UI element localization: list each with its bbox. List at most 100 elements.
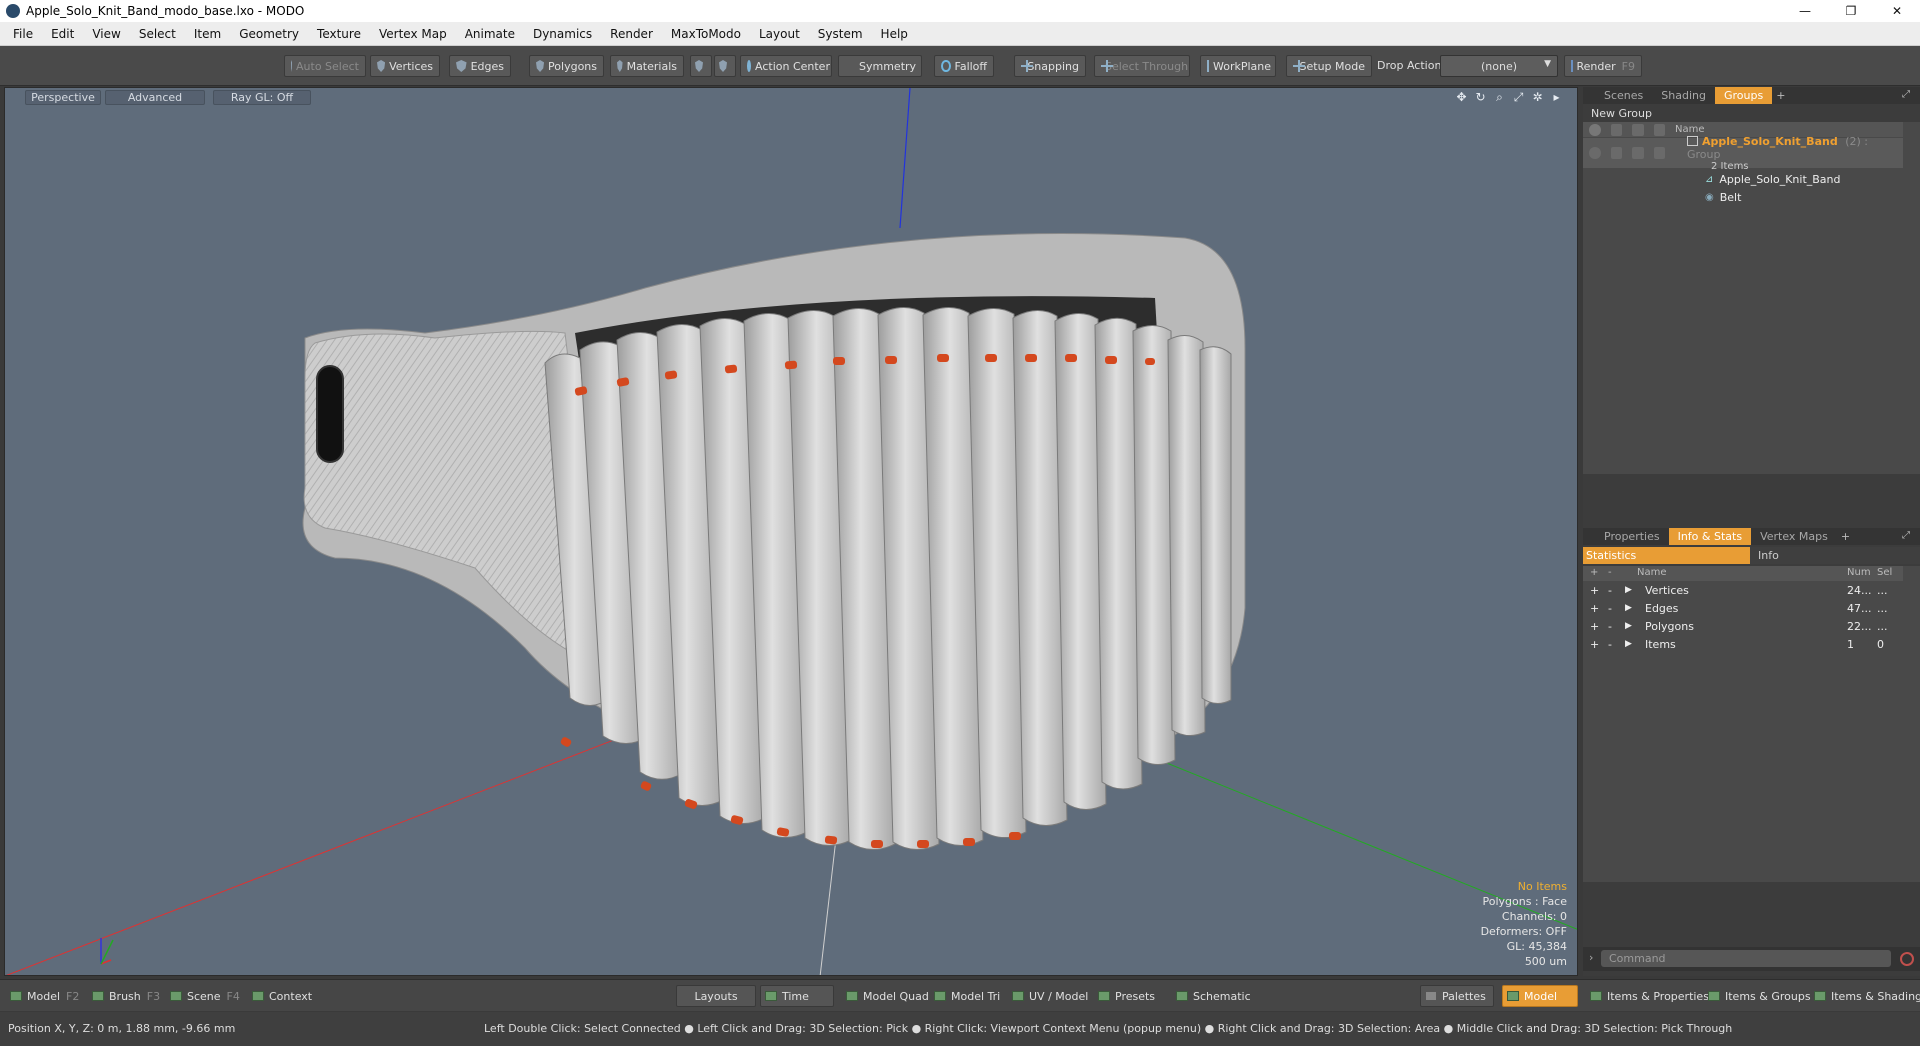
palettes-button[interactable]: Palettes	[1420, 985, 1494, 1007]
tab-groups[interactable]: Groups	[1714, 87, 1773, 104]
eye-icon[interactable]	[1589, 123, 1601, 136]
menu-system[interactable]: System	[809, 22, 872, 46]
layout-model-button[interactable]: Model F2	[6, 985, 83, 1007]
menu-geometry[interactable]: Geometry	[230, 22, 308, 46]
tab-info[interactable]: Info	[1750, 547, 1920, 564]
tab-statistics[interactable]: Statistics	[1583, 547, 1750, 564]
time-button[interactable]: Time	[760, 985, 834, 1007]
layout-scene-button[interactable]: Scene F4	[166, 985, 244, 1007]
render-icon[interactable]	[1653, 123, 1665, 136]
layouts-button[interactable]: Layouts	[676, 985, 756, 1007]
action-center-button[interactable]: Action Center	[740, 55, 832, 77]
presets-button[interactable]: Presets	[1094, 985, 1159, 1007]
shield-icon[interactable]	[1632, 123, 1644, 136]
record-icon[interactable]	[1900, 952, 1914, 966]
expand-panel-icon[interactable]: ⤢	[1902, 89, 1910, 100]
render-icon[interactable]	[1653, 147, 1665, 159]
edges-button[interactable]: Edges	[449, 55, 511, 77]
menu-layout[interactable]: Layout	[750, 22, 809, 46]
menu-texture[interactable]: Texture	[308, 22, 370, 46]
select-mode-b-button[interactable]	[714, 55, 736, 77]
polygons-button[interactable]: Polygons	[529, 55, 604, 77]
close-button[interactable]: ✕	[1874, 0, 1920, 22]
group-child-row[interactable]: ⊿ Apple_Solo_Knit_Band	[1583, 170, 1903, 188]
rotate-icon[interactable]: ↻	[1474, 91, 1487, 104]
model-layout-active-button[interactable]: Model	[1502, 985, 1578, 1007]
menu-edit[interactable]: Edit	[42, 22, 83, 46]
select-mode-a-button[interactable]	[690, 55, 712, 77]
new-group-button[interactable]: New Group	[1587, 106, 1677, 121]
tab-properties[interactable]: Properties	[1595, 528, 1669, 545]
command-input[interactable]: Command	[1601, 950, 1891, 967]
falloff-button[interactable]: Falloff	[934, 55, 994, 77]
expand-all-icon[interactable]: +	[1590, 567, 1598, 578]
menu-select[interactable]: Select	[130, 22, 185, 46]
stats-subtabs: Statistics Info	[1583, 547, 1920, 564]
settings-icon[interactable]: ✲	[1531, 91, 1544, 104]
snapping-button[interactable]: Snapping	[1014, 55, 1086, 77]
menu-view[interactable]: View	[83, 22, 129, 46]
menu-vertex-map[interactable]: Vertex Map	[370, 22, 456, 46]
model-quad-button[interactable]: Model Quad	[842, 985, 933, 1007]
layout-brush-button[interactable]: Brush F3	[88, 985, 164, 1007]
lock-icon[interactable]	[1610, 123, 1622, 136]
expand-arrow-icon[interactable]: ▶	[1625, 639, 1632, 649]
stats-row-edges[interactable]: + - ▶ Edges 47... ...	[1583, 600, 1903, 618]
3d-viewport[interactable]: Perspective Advanced Ray GL: Off ✥ ↻ ⌕ ⤢…	[4, 87, 1578, 976]
items-properties-button[interactable]: Items & Properties	[1586, 985, 1713, 1007]
snapping-icon	[1021, 60, 1035, 72]
model-tri-button[interactable]: Model Tri	[930, 985, 1004, 1007]
expand-arrow-icon[interactable]: ▶	[1625, 585, 1632, 595]
tab-info-stats[interactable]: Info & Stats	[1668, 528, 1752, 545]
schematic-button[interactable]: Schematic	[1172, 985, 1255, 1007]
menu-item[interactable]: Item	[185, 22, 230, 46]
drop-action-select[interactable]: (none) ▼	[1440, 55, 1558, 77]
mouse-hints: Left Double Click: Select Connected ● Le…	[484, 1022, 1733, 1035]
tab-raygl[interactable]: Ray GL: Off	[213, 90, 311, 105]
expand-arrow-icon[interactable]: ▶	[1625, 621, 1632, 631]
menu-render[interactable]: Render	[601, 22, 662, 46]
auto-select-button[interactable]: Auto Select	[284, 55, 366, 77]
tab-vertex-maps[interactable]: Vertex Maps	[1751, 528, 1837, 545]
render-button[interactable]: Render F9	[1564, 55, 1642, 77]
eye-icon[interactable]	[1589, 147, 1601, 159]
add-tab-icon[interactable]: +	[1841, 530, 1850, 543]
layout-context-button[interactable]: Context	[248, 985, 316, 1007]
add-tab-icon[interactable]: +	[1776, 89, 1785, 102]
uv-model-button[interactable]: UV / Model	[1008, 985, 1092, 1007]
menu-maxtomodo[interactable]: MaxToModo	[662, 22, 750, 46]
tab-scenes[interactable]: Scenes	[1595, 87, 1652, 104]
maximize-icon[interactable]: ⤢	[1512, 91, 1525, 104]
minimize-button[interactable]: —	[1782, 0, 1828, 22]
stats-row-items[interactable]: + - ▶ Items 1 0	[1583, 636, 1903, 654]
tab-advanced[interactable]: Advanced	[105, 90, 205, 105]
zoom-icon[interactable]: ⌕	[1493, 91, 1506, 104]
items-shading-button[interactable]: Items & Shading	[1810, 985, 1920, 1007]
menu-dynamics[interactable]: Dynamics	[524, 22, 601, 46]
menu-help[interactable]: Help	[872, 22, 917, 46]
vertices-button[interactable]: Vertices	[370, 55, 440, 77]
shield-icon[interactable]	[1632, 147, 1644, 159]
move-icon[interactable]: ✥	[1455, 91, 1468, 104]
group-row[interactable]: Apple_Solo_Knit_Band (2) : Group 2 Items	[1583, 135, 1903, 172]
restore-button[interactable]: ❐	[1828, 0, 1874, 22]
collapse-all-icon[interactable]: -	[1608, 567, 1612, 578]
materials-button[interactable]: Materials	[610, 55, 684, 77]
symmetry-button[interactable]: Symmetry	[838, 55, 922, 77]
stats-row-vertices[interactable]: + - ▶ Vertices 24... ...	[1583, 582, 1903, 600]
tab-shading[interactable]: Shading	[1652, 87, 1715, 104]
items-groups-button[interactable]: Items & Groups	[1704, 985, 1815, 1007]
group-child-row[interactable]: ◉ Belt	[1583, 188, 1903, 206]
menu-file[interactable]: File	[4, 22, 42, 46]
workplane-button[interactable]: WorkPlane	[1200, 55, 1276, 77]
stats-row-polygons[interactable]: + - ▶ Polygons 22... ...	[1583, 618, 1903, 636]
expand-panel-icon[interactable]: ⤢	[1902, 530, 1910, 541]
tab-perspective[interactable]: Perspective	[25, 90, 101, 105]
select-through-button[interactable]: Select Through	[1094, 55, 1190, 77]
viewport-scene[interactable]	[5, 88, 1578, 976]
setup-mode-button[interactable]: Setup Mode	[1286, 55, 1372, 77]
menu-animate[interactable]: Animate	[456, 22, 524, 46]
expand-arrow-icon[interactable]: ▶	[1625, 603, 1632, 613]
lock-icon[interactable]	[1610, 147, 1622, 159]
arrow-icon[interactable]: ▸	[1550, 91, 1563, 104]
